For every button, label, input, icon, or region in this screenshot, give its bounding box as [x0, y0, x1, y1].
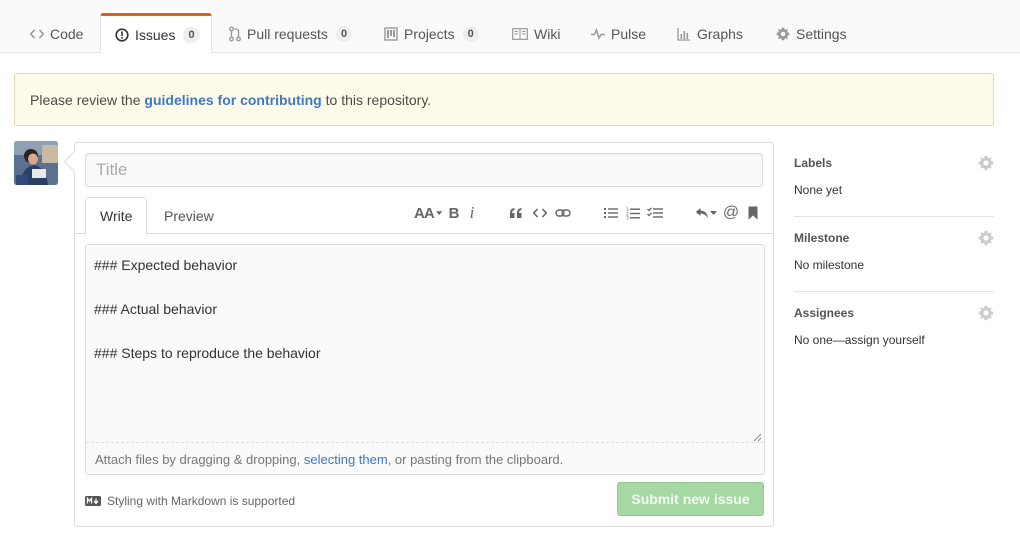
quote-icon [510, 208, 522, 218]
issue-composer: Write Preview AA B i 123 @ [74, 142, 774, 527]
tab-pull-requests[interactable]: Pull requests 0 [229, 14, 353, 54]
code-icon [30, 28, 44, 40]
projects-counter: 0 [462, 26, 479, 42]
tab-projects[interactable]: Projects 0 [384, 14, 479, 54]
mention-button[interactable]: @ [723, 203, 739, 223]
sidebar-milestone[interactable]: Milestone No milestone [794, 217, 994, 292]
bold-button[interactable]: B [447, 203, 461, 223]
body-textarea[interactable]: ### Expected behavior ### Actual behavio… [86, 245, 764, 443]
list-unordered-icon [604, 208, 618, 218]
task-list-button[interactable] [646, 203, 664, 223]
pull-requests-counter: 0 [335, 26, 353, 42]
reply-button[interactable] [694, 203, 718, 223]
pulse-icon [591, 28, 605, 40]
milestone-heading: Milestone [794, 231, 850, 245]
link-button[interactable] [554, 203, 572, 223]
contributing-flash: Please review the guidelines for contrib… [14, 73, 994, 126]
issue-sidebar: Labels None yet Milestone No milestone A… [794, 142, 994, 367]
assignees-value: No one—assign yourself [794, 333, 925, 347]
tab-preview[interactable]: Preview [150, 197, 228, 235]
avatar[interactable] [14, 141, 58, 185]
markdown-icon [85, 496, 101, 506]
body-field-wrapper: ### Expected behavior ### Actual behavio… [85, 244, 765, 475]
quote-button[interactable] [508, 203, 524, 223]
select-files-link[interactable]: selecting them [304, 452, 388, 467]
tab-issues[interactable]: Issues 0 [100, 13, 212, 54]
graph-icon [677, 27, 691, 41]
tab-graphs[interactable]: Graphs [677, 14, 743, 54]
labels-value: None yet [794, 183, 843, 197]
list-ordered-icon: 123 [626, 207, 640, 220]
title-input[interactable] [85, 153, 763, 187]
tab-settings[interactable]: Settings [776, 14, 847, 54]
tab-label: Wiki [534, 26, 561, 42]
unordered-list-button[interactable] [603, 203, 619, 223]
pull-request-icon [229, 26, 241, 42]
tab-label: Projects [404, 26, 455, 42]
bookmark-icon [748, 206, 758, 220]
heading-glyph: AA [414, 204, 435, 222]
sidebar-assignees[interactable]: Assignees No one—assign yourself [794, 292, 994, 367]
sidebar-labels[interactable]: Labels None yet [794, 142, 994, 217]
italic-button[interactable]: i [467, 203, 477, 223]
ordered-list-button[interactable]: 123 [625, 203, 641, 223]
tab-wiki[interactable]: Wiki [512, 14, 560, 54]
flash-prefix: Please review the [30, 91, 145, 108]
tab-label: Code [50, 26, 84, 42]
svg-text:3: 3 [626, 215, 629, 219]
tab-label: Pulse [611, 26, 647, 42]
resize-handle-icon[interactable] [753, 433, 762, 442]
italic-glyph: i [469, 203, 475, 222]
attach-suffix: , or pasting from the clipboard. [387, 452, 564, 467]
attach-prefix: Attach files by dragging & dropping, [95, 452, 304, 467]
reference-button[interactable] [746, 203, 760, 223]
labels-heading: Labels [794, 156, 833, 170]
chevron-down-icon [710, 210, 717, 215]
attach-files-hint[interactable]: Attach files by dragging & dropping, sel… [95, 452, 563, 467]
tab-label: Issues [135, 26, 176, 43]
header-text-button[interactable]: AA [414, 203, 442, 223]
tab-pulse[interactable]: Pulse [591, 14, 646, 54]
issues-counter: 0 [183, 26, 200, 43]
flash-suffix: to this repository. [321, 91, 432, 108]
chevron-down-icon [435, 210, 442, 215]
tab-label: Settings [796, 26, 847, 42]
gear-icon [776, 27, 790, 41]
repo-nav: Code Issues 0 Pull requests 0 Projects 0… [0, 0, 1020, 54]
reply-icon [695, 208, 708, 218]
gear-icon[interactable] [978, 305, 994, 321]
tab-write[interactable]: Write [85, 197, 147, 235]
link-icon [555, 209, 571, 217]
gear-icon[interactable] [978, 155, 994, 171]
assignees-heading: Assignees [794, 306, 855, 320]
project-icon [384, 27, 398, 41]
write-tab-label: Write [100, 208, 133, 224]
tab-label: Pull requests [247, 26, 328, 42]
mention-glyph: @ [722, 204, 740, 221]
bold-glyph: B [448, 204, 460, 222]
task-list-icon [647, 207, 663, 218]
guidelines-link[interactable]: guidelines for contributing [144, 92, 321, 108]
issue-icon [115, 27, 129, 42]
code-button[interactable] [532, 203, 548, 223]
markdown-note-text: Styling with Markdown is supported [107, 494, 296, 508]
preview-tab-label: Preview [164, 208, 214, 224]
milestone-value: No milestone [794, 258, 865, 272]
code-icon [533, 208, 547, 218]
book-icon [512, 28, 528, 40]
tab-label: Graphs [697, 26, 743, 42]
tab-code[interactable]: Code [30, 14, 83, 54]
markdown-support-note[interactable]: Styling with Markdown is supported [85, 494, 295, 508]
gear-icon[interactable] [978, 230, 994, 246]
submit-issue-button[interactable]: Submit new issue [617, 482, 764, 516]
